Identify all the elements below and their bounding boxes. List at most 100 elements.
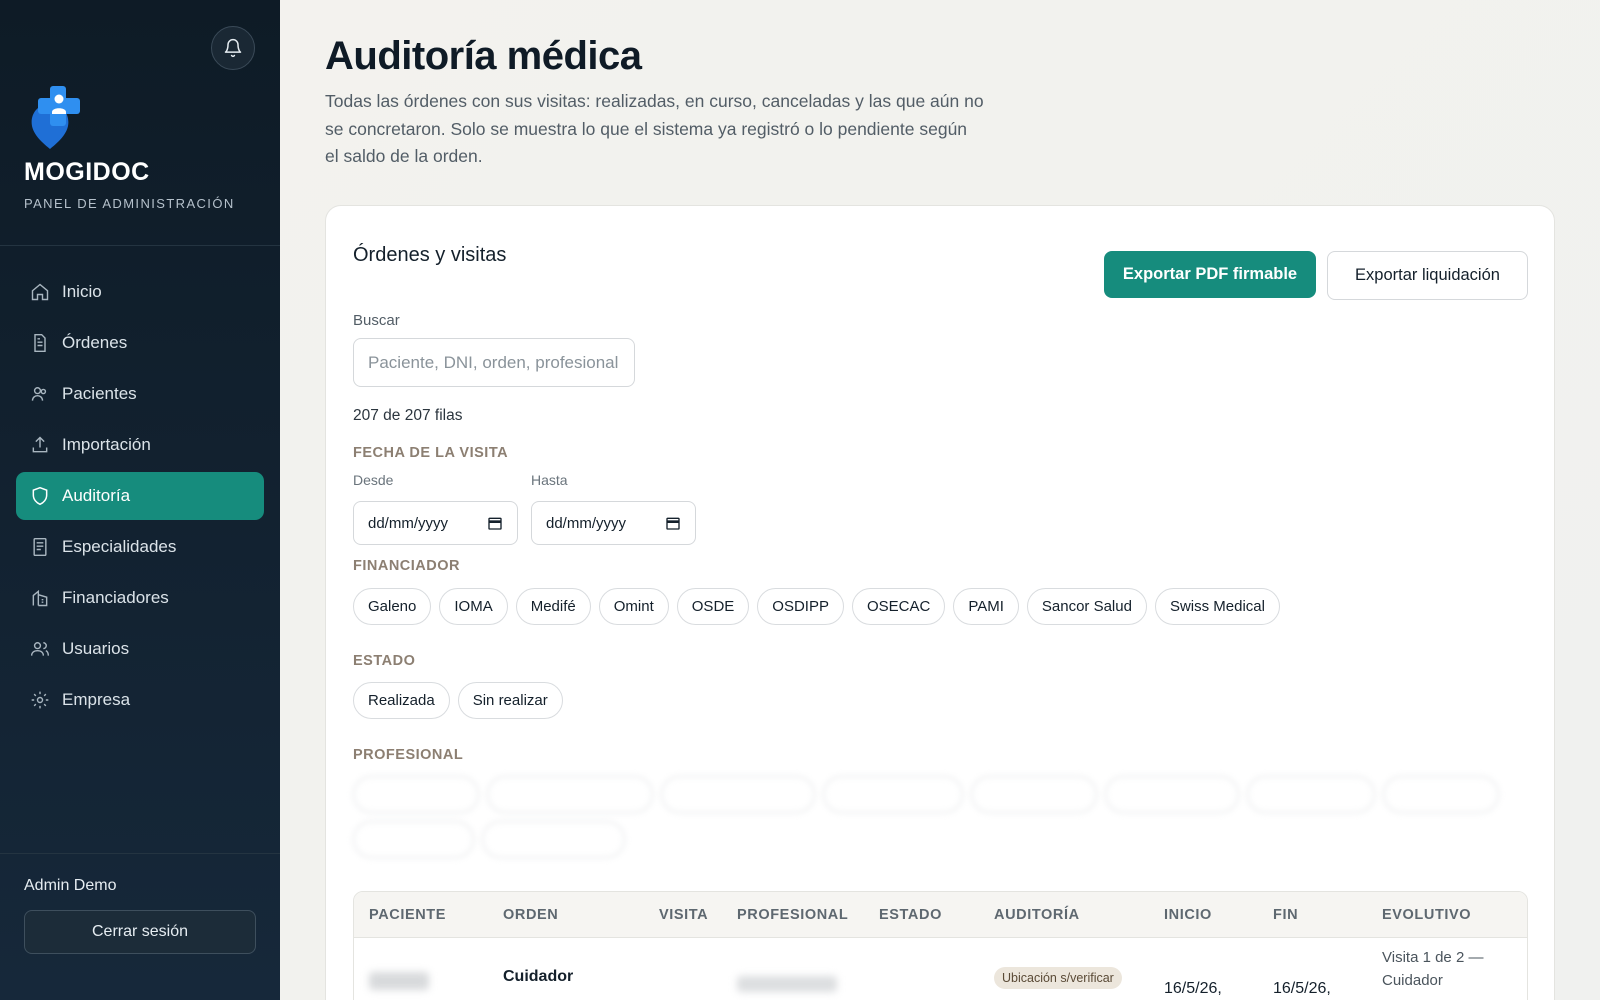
chip-profesional-redacted[interactable]: [1247, 776, 1375, 813]
sidebar-item-auditoria[interactable]: Auditoría: [16, 472, 264, 520]
sidebar-item-label: Usuarios: [62, 639, 130, 658]
search-label: Buscar: [353, 312, 400, 329]
chip-profesional-redacted[interactable]: [353, 821, 474, 858]
date-placeholder: dd/mm/yyyy: [368, 514, 449, 532]
profesional-chips: [353, 776, 1533, 858]
brand-logo: [28, 86, 84, 150]
orders-table: PACIENTE ORDEN VISITA PROFESIONAL ESTADO…: [353, 891, 1528, 1000]
calendar-icon[interactable]: [665, 515, 681, 535]
chip-omint[interactable]: Omint: [598, 588, 669, 625]
chip-galeno[interactable]: Galeno: [353, 588, 432, 625]
chip-profesional-redacted[interactable]: [1383, 776, 1499, 813]
chip-pami[interactable]: PAMI: [953, 588, 1019, 625]
evolutivo-line-1: Visita 1 de 2 —: [1382, 949, 1484, 966]
sidebar-item-usuarios[interactable]: Usuarios: [16, 625, 264, 673]
brand-name: MOGIDOC: [24, 158, 150, 186]
orden-cell: Cuidador: [503, 968, 574, 985]
sidebar-item-label: Órdenes: [62, 333, 128, 352]
chip-sin-realizar[interactable]: Sin realizar: [457, 682, 563, 719]
main-content: Auditoría médica Todas las órdenes con s…: [280, 0, 1600, 1000]
sidebar-item-inicio[interactable]: Inicio: [16, 268, 264, 316]
users-icon: [30, 639, 50, 659]
search-input[interactable]: [353, 338, 635, 387]
table-header: PACIENTE ORDEN VISITA PROFESIONAL ESTADO…: [354, 892, 1527, 938]
sidebar-item-label: Importación: [62, 435, 151, 454]
paciente-redacted: [369, 972, 429, 990]
chip-profesional-redacted[interactable]: [353, 776, 479, 813]
col-fin[interactable]: FIN: [1273, 907, 1298, 923]
chip-osdipp[interactable]: OSDIPP: [757, 588, 844, 625]
col-inicio[interactable]: INICIO: [1164, 907, 1212, 923]
divider: [0, 245, 280, 246]
home-icon: [30, 282, 50, 302]
orders-card: Órdenes y visitas Exportar PDF firmable …: [325, 205, 1555, 1000]
chip-swiss-medical[interactable]: Swiss Medical: [1154, 588, 1280, 625]
to-label: Hasta: [531, 472, 568, 488]
rows-count: 207 de 207 filas: [353, 407, 463, 424]
col-orden[interactable]: ORDEN: [503, 907, 558, 923]
chip-profesional-redacted[interactable]: [971, 776, 1097, 813]
chip-medife[interactable]: Medifé: [515, 588, 591, 625]
logout-button[interactable]: Cerrar sesión: [24, 910, 256, 954]
chip-osecac[interactable]: OSECAC: [851, 588, 946, 625]
export-pdf-button[interactable]: Exportar PDF firmable: [1104, 251, 1316, 298]
fin-cell: 16/5/26,: [1273, 980, 1331, 997]
document-icon: [30, 333, 50, 353]
chip-sancor-salud[interactable]: Sancor Salud: [1026, 588, 1147, 625]
col-evolutivo[interactable]: EVOLUTIVO: [1382, 907, 1471, 923]
from-label: Desde: [353, 472, 394, 488]
patients-icon: [30, 384, 50, 404]
date-section-label: FECHA DE LA VISITA: [353, 445, 509, 461]
col-estado[interactable]: ESTADO: [879, 907, 942, 923]
sidebar-item-especialidades[interactable]: Especialidades: [16, 523, 264, 571]
sidebar-item-pacientes[interactable]: Pacientes: [16, 370, 264, 418]
book-icon: [30, 537, 50, 557]
sidebar-item-label: Especialidades: [62, 537, 177, 556]
chip-profesional-redacted[interactable]: [1105, 776, 1239, 813]
financiador-section-label: FINANCIADOR: [353, 558, 460, 574]
calendar-icon[interactable]: [487, 515, 503, 535]
col-visita[interactable]: VISITA: [659, 907, 708, 923]
date-placeholder: dd/mm/yyyy: [546, 514, 627, 532]
sidebar-item-label: Inicio: [62, 282, 102, 301]
sidebar-item-empresa[interactable]: Empresa: [16, 676, 264, 724]
chip-profesional-redacted[interactable]: [482, 821, 625, 858]
chip-profesional-redacted[interactable]: [823, 776, 963, 813]
estado-chips: Realizada Sin realizar: [353, 682, 563, 719]
current-user-name: Admin Demo: [24, 877, 117, 894]
chip-osde[interactable]: OSDE: [676, 588, 750, 625]
date-from-input[interactable]: dd/mm/yyyy: [353, 501, 518, 545]
evolutivo-line-2: Cuidador: [1382, 972, 1443, 989]
notifications-bell-icon[interactable]: [211, 26, 255, 70]
brand-subtitle: PANEL DE ADMINISTRACIÓN: [24, 196, 235, 211]
sidebar-item-label: Pacientes: [62, 384, 137, 403]
col-profesional[interactable]: PROFESIONAL: [737, 907, 848, 923]
date-to-input[interactable]: dd/mm/yyyy: [531, 501, 696, 545]
chip-profesional-redacted[interactable]: [661, 776, 815, 813]
page-description: Todas las órdenes con sus visitas: reali…: [325, 91, 984, 166]
sidebar-nav: Inicio Órdenes Pacientes Importación Aud…: [16, 268, 264, 727]
profesional-section-label: PROFESIONAL: [353, 747, 464, 763]
profesional-redacted: [737, 976, 837, 992]
chip-realizada[interactable]: Realizada: [353, 682, 450, 719]
financiador-chips: Galeno IOMA Medifé Omint OSDE OSDIPP OSE…: [353, 588, 1280, 625]
sidebar-item-ordenes[interactable]: Órdenes: [16, 319, 264, 367]
estado-section-label: ESTADO: [353, 653, 416, 669]
sidebar-item-importacion[interactable]: Importación: [16, 421, 264, 469]
divider: [0, 853, 280, 854]
page-title: Auditoría médica: [325, 34, 642, 78]
sidebar: MOGIDOC PANEL DE ADMINISTRACIÓN Inicio Ó…: [0, 0, 280, 1000]
gear-icon: [30, 690, 50, 710]
inicio-cell: 16/5/26,: [1164, 980, 1222, 997]
auditoria-badge: Ubicación s/verificar: [994, 967, 1122, 989]
chip-ioma[interactable]: IOMA: [439, 588, 508, 625]
chip-profesional-redacted[interactable]: [487, 776, 653, 813]
building-icon: [30, 588, 50, 608]
export-liquidacion-button[interactable]: Exportar liquidación: [1327, 251, 1528, 300]
upload-icon: [30, 435, 50, 455]
sidebar-item-label: Auditoría: [62, 486, 131, 505]
sidebar-item-financiadores[interactable]: Financiadores: [16, 574, 264, 622]
col-paciente[interactable]: PACIENTE: [369, 907, 446, 923]
sidebar-item-label: Financiadores: [62, 588, 169, 607]
col-auditoria[interactable]: AUDITORÍA: [994, 907, 1080, 923]
